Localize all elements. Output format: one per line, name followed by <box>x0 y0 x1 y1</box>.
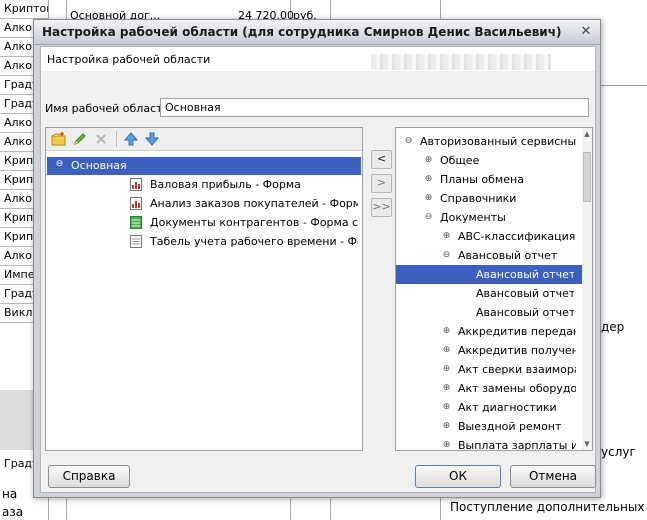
tree-item[interactable]: ⊖ Документы <box>396 208 582 227</box>
scroll-down-icon[interactable]: ▼ <box>583 439 591 449</box>
edit-pencil-icon[interactable] <box>72 131 88 147</box>
list-item-label: Документы контрагентов - Форма списка (с… <box>150 216 358 229</box>
tree-item[interactable]: ⊕ Планы обмена <box>396 170 582 189</box>
collapse-icon[interactable]: ⊖ <box>442 251 451 260</box>
expand-icon[interactable]: ⊕ <box>442 441 451 450</box>
list-item[interactable]: Анализ заказов покупателей - Форма <box>46 195 362 213</box>
tree-item[interactable]: ⊖ Авторизованный сервисный ... <box>396 132 582 151</box>
collapse-icon[interactable]: ⊖ <box>404 137 413 146</box>
expand-icon[interactable]: ⊕ <box>424 175 433 184</box>
tree-item-label: Аккредитив передан... <box>458 325 576 338</box>
cancel-button[interactable]: Отмена <box>510 465 596 488</box>
tree-item-label: Авторизованный сервисный ... <box>420 135 576 148</box>
tree-item-label: ABC-классификация ... <box>458 230 576 243</box>
ok-button[interactable]: ОК <box>415 465 501 488</box>
delete-icon[interactable] <box>93 131 109 147</box>
expand-icon[interactable]: ⊕ <box>442 365 451 374</box>
tree-item[interactable]: ⊕ Аккредитив полученн... <box>396 341 582 360</box>
list-item[interactable]: Документы контрагентов - Форма списка (с… <box>46 214 362 232</box>
expand-icon[interactable]: ⊕ <box>424 156 433 165</box>
green-list-icon <box>130 216 142 229</box>
tree-item-label: Авансовый отчет ... <box>476 287 574 300</box>
expand-icon[interactable]: ⊕ <box>442 232 451 241</box>
tree-item[interactable]: ⊕ Выездной ремонт <box>396 417 582 436</box>
tree-item[interactable]: ⊖ Авансовый отчет <box>396 246 582 265</box>
help-button[interactable]: Справка <box>48 465 130 488</box>
close-icon[interactable]: ✕ <box>578 24 594 40</box>
move-down-icon[interactable] <box>144 131 160 147</box>
dialog-titlebar[interactable]: Настройка рабочей области (для сотрудник… <box>34 20 600 45</box>
toolbar-separator <box>116 131 117 147</box>
scroll-up-icon[interactable]: ▲ <box>583 129 591 139</box>
tree-item[interactable]: Авансовый отчет ... <box>396 284 582 303</box>
bg-text-aza: аза <box>2 505 24 519</box>
dialog-title: Настройка рабочей области (для сотрудник… <box>42 25 562 39</box>
tree-item-label: Выездной ремонт <box>458 420 562 433</box>
list-item-label: Валовая прибыль - Форма <box>150 178 301 191</box>
tree-item-label: Аккредитив полученн... <box>458 344 576 357</box>
move-right-button[interactable]: > <box>371 174 392 193</box>
tree-item-label: Общее <box>440 154 480 167</box>
tree-item[interactable]: ⊕ ABC-классификация ... <box>396 227 582 246</box>
list-item-label: Анализ заказов покупателей - Форма <box>150 197 358 210</box>
tree-item-label: Документы <box>440 211 506 224</box>
available-items-tree[interactable]: ⊖ Авторизованный сервисный ... ⊕ Общее ⊕ План… <box>395 127 593 451</box>
tree-item-label: Справочники <box>440 192 517 205</box>
header-title: Настройка рабочей области <box>47 53 211 66</box>
bg-text-na: на <box>2 487 18 501</box>
move-all-right-button[interactable]: >> <box>371 198 392 217</box>
expand-icon[interactable]: ⊕ <box>442 403 451 412</box>
dialog-header: Настройка рабочей области <box>41 47 595 71</box>
move-left-button[interactable]: < <box>371 150 392 169</box>
tree-item-label: Авансовый отчет <box>458 249 558 262</box>
move-up-icon[interactable] <box>123 131 139 147</box>
workspace-settings-dialog: Настройка рабочей области (для сотрудник… <box>33 19 601 498</box>
bg-text-right-3: Поступление дополнительных <box>450 500 645 514</box>
workspace-name-input[interactable] <box>160 98 589 117</box>
tree-item-label: Авансовый отчет ... <box>476 268 574 281</box>
tree-item[interactable]: ⊕ Акт замены оборудо... <box>396 379 582 398</box>
tree-item-label: Планы обмена <box>440 173 524 186</box>
tree-item-label: Акт диагностики <box>458 401 557 414</box>
bg-gray-area <box>0 390 33 450</box>
tree-item-label: Акт замены оборудо... <box>458 382 576 395</box>
list-toolbar <box>46 128 362 151</box>
list-item-label: Табель учета рабочего времени - Форма сп… <box>150 235 358 248</box>
add-folder-icon[interactable] <box>51 131 67 147</box>
list-item[interactable]: Валовая прибыль - Форма <box>46 176 362 194</box>
list-item[interactable]: Табель учета рабочего времени - Форма сп… <box>46 233 362 251</box>
tree-item[interactable]: ⊕ Акт сверки взаимора... <box>396 360 582 379</box>
list-root-row[interactable]: ⊖ Основная <box>47 157 361 175</box>
collapse-icon[interactable]: ⊖ <box>55 160 64 169</box>
tree-scrollbar[interactable]: ▲ ▼ <box>582 128 592 450</box>
report-icon <box>130 197 142 210</box>
tree-item-label: Акт сверки взаимора... <box>458 363 576 376</box>
tree-item[interactable]: Авансовый отчет ... <box>396 303 582 322</box>
blurred-area <box>371 54 551 70</box>
expand-icon[interactable]: ⊕ <box>442 346 451 355</box>
bg-text-right-1: дер <box>601 320 625 334</box>
tree-item-selected[interactable]: Авансовый отчет ... <box>396 265 582 284</box>
workspace-items-list[interactable]: ⊖ Основная Валовая прибыль - Форма Анали… <box>45 127 363 451</box>
collapse-icon[interactable]: ⊖ <box>424 213 433 222</box>
dialog-body: Настройка рабочей области Имя рабочей об… <box>40 46 596 493</box>
tree-item-label: Выплата зарплаты и... <box>458 439 576 451</box>
expand-icon[interactable]: ⊕ <box>442 384 451 393</box>
list-root-label: Основная <box>71 159 127 172</box>
report-icon <box>130 178 142 191</box>
bg-text-right-2: услуг <box>601 445 636 459</box>
tree-item[interactable]: ⊕ Выплата зарплаты и... <box>396 436 582 451</box>
tree-item[interactable]: ⊕ Акт диагностики <box>396 398 582 417</box>
tree-item[interactable]: ⊕ Аккредитив передан... <box>396 322 582 341</box>
tree-item[interactable]: ⊕ Общее <box>396 151 582 170</box>
expand-icon[interactable]: ⊕ <box>442 422 451 431</box>
workspace-name-label: Имя рабочей области <box>45 102 170 115</box>
tree-item-label: Авансовый отчет ... <box>476 306 574 319</box>
document-icon <box>130 235 142 248</box>
expand-icon[interactable]: ⊕ <box>442 327 451 336</box>
scrollbar-thumb[interactable] <box>583 152 591 202</box>
tree-item[interactable]: ⊕ Справочники <box>396 189 582 208</box>
expand-icon[interactable]: ⊕ <box>424 194 433 203</box>
bg-row-cell: Криптон <box>0 0 48 19</box>
